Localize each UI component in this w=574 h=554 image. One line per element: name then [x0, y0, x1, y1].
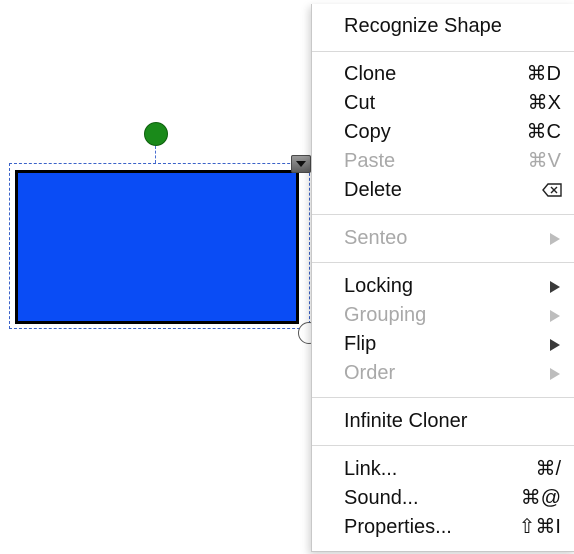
menu-item-label: Paste	[344, 150, 396, 172]
submenu-arrow-icon	[550, 368, 560, 380]
rotate-handle-connector	[155, 146, 156, 163]
blue-rectangle-shape[interactable]	[15, 170, 299, 324]
menu-item-label: Grouping	[344, 304, 427, 326]
menu-separator	[312, 397, 574, 398]
menu-item-label: Sound...	[344, 487, 419, 509]
menu-item-shortcut: ⌘V	[527, 150, 561, 172]
menu-item-label: Recognize Shape	[344, 15, 502, 37]
menu-item-label: Infinite Cloner	[344, 410, 468, 432]
menu-item-paste: Paste ⌘V	[312, 147, 574, 176]
menu-item-label: Flip	[344, 333, 377, 355]
menu-item-senteo: Senteo	[312, 224, 574, 253]
menu-item-shortcut: ⌘/	[535, 458, 561, 480]
menu-item-shortcut: ⇧⌘I	[518, 516, 561, 538]
context-menu: Recognize Shape Clone ⌘D Cut ⌘X Copy ⌘C …	[311, 4, 574, 552]
menu-item-recognize-shape[interactable]: Recognize Shape	[312, 12, 574, 41]
menu-item-shortcut: ⌘@	[520, 487, 561, 509]
menu-item-label: Order	[344, 362, 396, 384]
menu-item-cut[interactable]: Cut ⌘X	[312, 89, 574, 118]
menu-item-link[interactable]: Link... ⌘/	[312, 455, 574, 484]
menu-item-label: Cut	[344, 92, 376, 114]
submenu-arrow-icon	[550, 233, 560, 245]
rotate-handle[interactable]	[144, 122, 168, 146]
menu-item-label: Senteo	[344, 227, 408, 249]
menu-separator	[312, 51, 574, 52]
submenu-arrow-icon	[550, 281, 560, 293]
menu-item-properties[interactable]: Properties... ⇧⌘I	[312, 513, 574, 542]
menu-item-infinite-cloner[interactable]: Infinite Cloner	[312, 407, 574, 436]
submenu-arrow-icon	[550, 339, 560, 351]
menu-item-shortcut: ⌘C	[526, 121, 561, 143]
menu-separator	[312, 262, 574, 263]
menu-item-locking[interactable]: Locking	[312, 272, 574, 301]
menu-item-label: Copy	[344, 121, 391, 143]
menu-item-shortcut: ⌘X	[527, 92, 561, 114]
menu-item-sound[interactable]: Sound... ⌘@	[312, 484, 574, 513]
menu-item-shortcut: ⌘D	[526, 63, 561, 85]
menu-item-label: Properties...	[344, 516, 452, 538]
menu-item-label: Clone	[344, 63, 397, 85]
menu-item-grouping: Grouping	[312, 301, 574, 330]
dropdown-triangle-icon	[296, 161, 306, 167]
menu-item-flip[interactable]: Flip	[312, 330, 574, 359]
menu-item-delete[interactable]: Delete	[312, 176, 574, 205]
menu-item-label: Delete	[344, 179, 402, 201]
menu-separator	[312, 445, 574, 446]
menu-item-copy[interactable]: Copy ⌘C	[312, 118, 574, 147]
delete-key-icon	[542, 183, 562, 197]
menu-item-order: Order	[312, 359, 574, 388]
menu-item-label: Link...	[344, 458, 398, 480]
menu-item-clone[interactable]: Clone ⌘D	[312, 60, 574, 89]
menu-separator	[312, 214, 574, 215]
submenu-arrow-icon	[550, 310, 560, 322]
object-menu-button[interactable]	[291, 155, 311, 173]
menu-item-label: Locking	[344, 275, 413, 297]
